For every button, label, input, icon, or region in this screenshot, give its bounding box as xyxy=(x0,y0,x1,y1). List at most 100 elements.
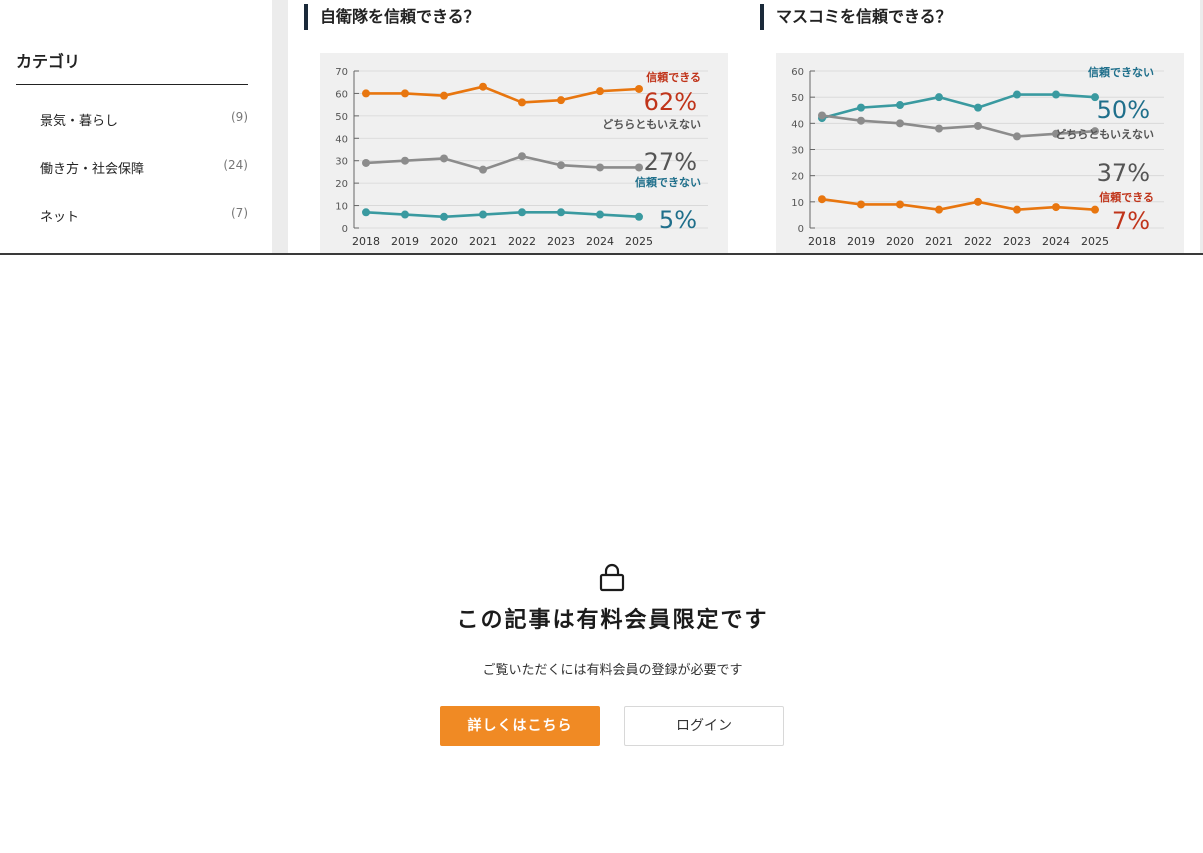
lock-icon xyxy=(599,563,625,592)
data-point xyxy=(857,200,865,209)
x-tick-label: 2021 xyxy=(925,235,953,248)
data-point xyxy=(635,84,643,93)
series-name-label: どちらともいえない xyxy=(602,118,701,131)
y-tick-label: 20 xyxy=(791,172,804,183)
category-item-count: (7) xyxy=(231,206,248,220)
y-tick-label: 40 xyxy=(335,134,348,145)
x-tick-label: 2019 xyxy=(391,235,419,248)
data-point xyxy=(440,91,448,100)
series-end-value: 27% xyxy=(644,148,697,176)
x-tick-label: 2024 xyxy=(1042,235,1070,248)
x-tick-label: 2018 xyxy=(808,235,836,248)
x-tick-label: 2024 xyxy=(586,235,614,248)
y-tick-label: 10 xyxy=(791,198,804,209)
series-name-label: 信頼できる xyxy=(646,70,701,84)
y-tick-label: 30 xyxy=(791,146,804,157)
y-tick-label: 60 xyxy=(335,89,348,100)
data-point xyxy=(518,152,526,161)
y-tick-label: 70 xyxy=(335,67,348,78)
category-item-label: 景気・暮らし xyxy=(40,114,119,129)
x-tick-label: 2021 xyxy=(469,235,497,248)
data-point xyxy=(479,82,487,91)
data-point xyxy=(479,165,487,174)
x-tick-label: 2020 xyxy=(430,235,458,248)
category-heading: カテゴリ xyxy=(16,52,81,71)
series-end-value: 37% xyxy=(1097,159,1150,187)
data-point xyxy=(1013,90,1021,99)
category-sidebar: カテゴリ 景気・暮らし (9) 働き方・社会保障 (24) ネット (7) xyxy=(0,0,272,253)
data-point xyxy=(935,205,943,214)
category-item-count: (24) xyxy=(223,158,248,172)
data-point xyxy=(974,121,982,130)
data-point xyxy=(401,156,409,165)
paywall-panel: この記事は有料会員限定です ご覧いただくには有料会員の登録が必要です 詳しくはこ… xyxy=(0,255,1203,853)
data-point xyxy=(557,161,565,170)
y-tick-label: 30 xyxy=(335,157,348,168)
data-point xyxy=(362,158,370,167)
data-point xyxy=(818,111,826,120)
x-tick-label: 2022 xyxy=(508,235,536,248)
y-tick-label: 10 xyxy=(335,202,348,213)
y-tick-label: 50 xyxy=(791,93,804,104)
series-name-label: どちらともいえない xyxy=(1055,128,1154,141)
data-point xyxy=(362,89,370,98)
data-point xyxy=(479,210,487,219)
data-point xyxy=(896,119,904,128)
data-point xyxy=(896,101,904,110)
data-point xyxy=(362,208,370,217)
data-point xyxy=(635,163,643,172)
data-point xyxy=(857,103,865,112)
data-point xyxy=(401,89,409,98)
x-tick-label: 2023 xyxy=(1003,235,1031,248)
data-point xyxy=(974,197,982,206)
data-point xyxy=(635,212,643,221)
data-point xyxy=(557,208,565,217)
data-point xyxy=(1052,90,1060,99)
x-tick-label: 2025 xyxy=(625,235,653,248)
series-end-value: 50% xyxy=(1097,96,1150,124)
data-point xyxy=(440,212,448,221)
x-tick-label: 2025 xyxy=(1081,235,1109,248)
data-point xyxy=(596,210,604,219)
login-button[interactable]: ログイン xyxy=(624,706,784,746)
series-name-label: 信頼できる xyxy=(1099,190,1154,204)
x-tick-label: 2022 xyxy=(964,235,992,248)
data-point xyxy=(440,154,448,163)
chart-media-trust: 0 10 20 30 40 50 60 2018 2019 2020 2021 2022 2023 202… xyxy=(791,65,1164,248)
paywall-subtitle: ご覧いただくには有料会員の登録が必要です xyxy=(482,663,743,678)
series-end-value: 7% xyxy=(1112,207,1150,235)
data-point xyxy=(518,98,526,107)
category-item-count: (9) xyxy=(231,110,248,124)
x-tick-label: 2019 xyxy=(847,235,875,248)
y-tick-label: 20 xyxy=(335,179,348,190)
paywall-title: この記事は有料会員限定です xyxy=(456,608,769,633)
y-tick-label: 0 xyxy=(342,224,348,235)
y-tick-label: 0 xyxy=(798,224,804,235)
category-item-label: 働き方・社会保障 xyxy=(40,162,145,177)
data-point xyxy=(596,163,604,172)
data-point xyxy=(518,208,526,217)
chart-card-media: マスコミを信頼できる？ 0 10 20 30 40 50 60 2018 2019 2020 202… xyxy=(744,0,1200,253)
category-divider xyxy=(16,84,248,85)
data-point xyxy=(1013,205,1021,214)
category-item-net[interactable]: ネット (7) xyxy=(40,206,248,230)
category-item-work[interactable]: 働き方・社会保障 (24) xyxy=(40,158,248,182)
category-item-label: ネット xyxy=(40,210,80,225)
x-tick-label: 2020 xyxy=(886,235,914,248)
article-top-region: カテゴリ 景気・暮らし (9) 働き方・社会保障 (24) ネット (7) 自衛… xyxy=(0,0,1203,253)
data-point xyxy=(935,93,943,102)
chart-card-sdf: 自衛隊を信頼できる？ 0 10 20 30 40 50 60 70 2018 2019 2020 20… xyxy=(288,0,744,253)
series-end-value: 5% xyxy=(659,206,697,234)
data-point xyxy=(818,195,826,204)
category-item-economy[interactable]: 景気・暮らし (9) xyxy=(40,110,248,134)
y-tick-label: 50 xyxy=(335,112,348,123)
data-point xyxy=(935,124,943,133)
chart-sdf-trust: 0 10 20 30 40 50 60 70 2018 2019 2020 2021 2022 2023 2… xyxy=(335,67,708,248)
details-button[interactable]: 詳しくはこちら xyxy=(440,706,600,746)
data-point xyxy=(557,96,565,105)
data-point xyxy=(1013,132,1021,141)
series-name-label: 信頼できない xyxy=(1088,65,1154,79)
data-point xyxy=(1091,205,1099,214)
data-point xyxy=(974,103,982,112)
x-tick-label: 2018 xyxy=(352,235,380,248)
